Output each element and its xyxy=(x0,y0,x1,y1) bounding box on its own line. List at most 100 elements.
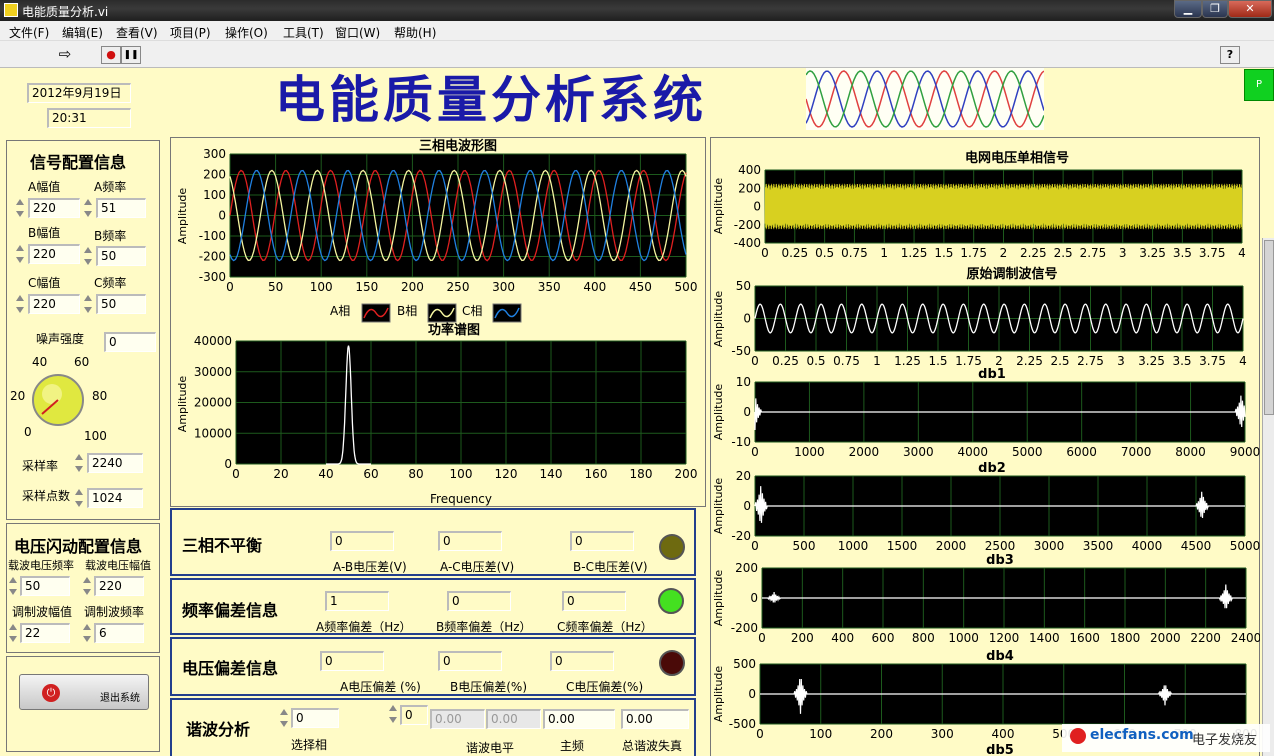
mod-freq-input[interactable]: 6 xyxy=(94,623,144,643)
y-tick-label: -400 xyxy=(734,236,761,250)
scrollbar-thumb[interactable] xyxy=(1264,240,1274,415)
run-arrow-icon[interactable]: ⇨ xyxy=(55,46,75,64)
y-tick-label: 50 xyxy=(736,279,751,293)
bc-diff-label: B-C电压差(V) xyxy=(573,560,648,574)
exit-button[interactable]: ⏻ 退出系统 xyxy=(19,674,149,710)
sample-rate-spinner[interactable] xyxy=(74,452,85,474)
main-freq-label: 主频 xyxy=(560,739,585,753)
stop-icon[interactable]: ● xyxy=(101,46,121,64)
y-tick-label: -200 xyxy=(734,218,761,232)
ac-diff-label: A-C电压差(V) xyxy=(440,560,515,574)
x-tick-label: 4000 xyxy=(958,445,989,459)
chart-title: db2 xyxy=(978,461,1006,476)
sample-count-spinner[interactable] xyxy=(74,487,85,509)
restore-button[interactable]: ❐ xyxy=(1202,0,1228,18)
b-freq-dev-label: B频率偏差（Hz） xyxy=(436,620,532,634)
knob-tick-100: 100 xyxy=(84,429,107,443)
x-tick-label: 5000 xyxy=(1230,539,1260,553)
x-tick-label: 40 xyxy=(318,467,333,481)
x-tick-label: 200 xyxy=(870,727,893,741)
x-tick-label: 3 xyxy=(1119,246,1127,260)
help-icon[interactable]: ? xyxy=(1220,46,1240,64)
level-spinner[interactable] xyxy=(388,703,399,725)
level-input[interactable]: 0 xyxy=(400,705,428,725)
a-amp-input[interactable]: 220 xyxy=(28,198,80,218)
carrier-freq-input[interactable]: 50 xyxy=(20,576,70,596)
x-tick-label: 0.5 xyxy=(815,246,834,260)
b-amp-input[interactable]: 220 xyxy=(28,244,80,264)
phase-input[interactable]: 0 xyxy=(291,708,339,728)
menu-view[interactable]: 查看(V) xyxy=(116,24,158,41)
sample-rate-input[interactable]: 2240 xyxy=(87,453,143,473)
x-tick-label: 50 xyxy=(268,280,283,294)
x-tick-label: 1200 xyxy=(989,631,1020,645)
knob-tick-80: 80 xyxy=(92,389,107,403)
window-title: 电能质量分析.vi xyxy=(22,5,109,19)
y-tick-label: 0 xyxy=(753,200,761,214)
sample-count-input[interactable]: 1024 xyxy=(87,488,143,508)
y-tick-label: -300 xyxy=(199,270,226,284)
knob-tick-20: 20 xyxy=(10,389,25,403)
x-tick-label: 1600 xyxy=(1069,631,1100,645)
volt-dev-title: 电压偏差信息 xyxy=(182,659,279,678)
time-display: 20:31 xyxy=(47,108,131,128)
mod-freq-spinner[interactable] xyxy=(82,622,93,644)
legend-c-label: C相 xyxy=(462,304,482,318)
legend-b-label: B相 xyxy=(397,304,417,318)
mod-amp-spinner[interactable] xyxy=(8,622,19,644)
y-tick-label: 300 xyxy=(203,147,226,161)
menu-tools[interactable]: 工具(T) xyxy=(283,24,324,41)
b-freq-spinner[interactable] xyxy=(83,245,94,267)
y-tick-label: 0 xyxy=(224,457,232,471)
menu-operate[interactable]: 操作(O) xyxy=(225,24,268,41)
menu-file[interactable]: 文件(F) xyxy=(9,24,49,41)
b-amp-spinner[interactable] xyxy=(15,243,26,265)
y-axis-label: Amplitude xyxy=(176,376,189,433)
carrier-freq-spinner[interactable] xyxy=(8,575,19,597)
y-tick-label: 100 xyxy=(203,188,226,202)
b-freq-input[interactable]: 50 xyxy=(96,246,146,266)
exit-button-label: 退出系统 xyxy=(100,693,140,704)
a-freq-spinner[interactable] xyxy=(83,197,94,219)
x-tick-label: 250 xyxy=(447,280,470,294)
a-volt-dev-value: 0 xyxy=(320,651,384,671)
x-tick-label: 2000 xyxy=(1150,631,1181,645)
close-button[interactable]: ✕ xyxy=(1228,0,1272,18)
chart-title: 功率谱图 xyxy=(428,322,480,338)
x-axis-label: Frequency xyxy=(430,492,492,506)
c-freq-input[interactable]: 50 xyxy=(96,294,146,314)
phase-spinner[interactable] xyxy=(279,707,290,729)
a-freq-input[interactable]: 51 xyxy=(96,198,146,218)
x-tick-label: 3.25 xyxy=(1139,246,1166,260)
y-tick-label: 20 xyxy=(736,469,751,483)
x-tick-label: 600 xyxy=(872,631,895,645)
unbalance-led xyxy=(659,534,685,560)
mod-amp-input[interactable]: 22 xyxy=(20,623,70,643)
minimize-button[interactable]: ▁ xyxy=(1174,0,1202,18)
menu-window[interactable]: 窗口(W) xyxy=(335,24,380,41)
y-tick-label: 30000 xyxy=(194,365,232,379)
menu-edit[interactable]: 编辑(E) xyxy=(62,24,103,41)
x-tick-label: 3.5 xyxy=(1173,246,1192,260)
c-amp-spinner[interactable] xyxy=(15,293,26,315)
carrier-amp-spinner[interactable] xyxy=(82,575,93,597)
x-tick-label: 3500 xyxy=(1083,539,1114,553)
vertical-scrollbar[interactable] xyxy=(1262,238,1274,756)
pause-icon[interactable]: ❚❚ xyxy=(121,46,141,64)
x-tick-label: 150 xyxy=(355,280,378,294)
x-tick-label: 0 xyxy=(751,445,759,459)
x-tick-label: 450 xyxy=(629,280,652,294)
menu-project[interactable]: 项目(P) xyxy=(170,24,211,41)
db2-chart: 0 500 1000 1500 2000 2500 3000 3500 4000 4500 5000… xyxy=(712,461,1260,553)
y-tick-label: 0 xyxy=(743,312,751,326)
c-freq-spinner[interactable] xyxy=(83,293,94,315)
a-amp-spinner[interactable] xyxy=(15,197,26,219)
carrier-amp-input[interactable]: 220 xyxy=(94,576,144,596)
y-tick-label: 0 xyxy=(750,591,758,605)
flicker-config-title: 电压闪动配置信息 xyxy=(14,537,143,556)
noise-knob[interactable]: 0 20 40 60 80 100 xyxy=(8,350,118,445)
menu-help[interactable]: 帮助(H) xyxy=(394,24,436,41)
c-amp-label: C幅值 xyxy=(28,276,61,290)
x-tick-label: 500 xyxy=(675,280,698,294)
c-amp-input[interactable]: 220 xyxy=(28,294,80,314)
